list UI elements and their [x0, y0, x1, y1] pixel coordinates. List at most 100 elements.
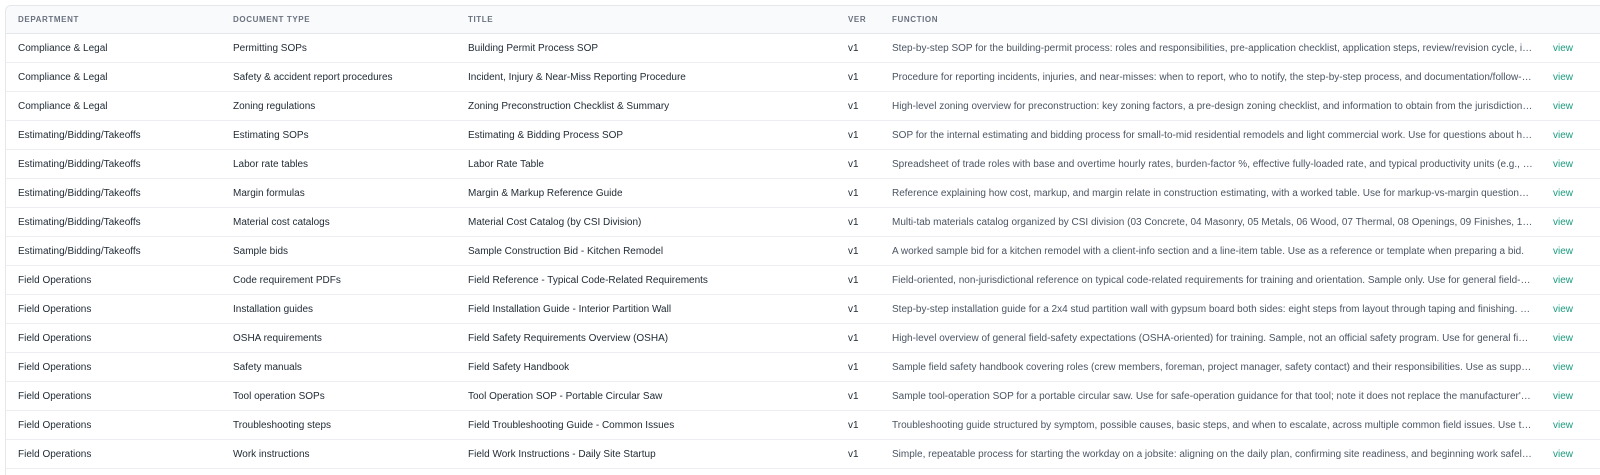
view-link[interactable]: view — [1553, 275, 1573, 286]
cell-function: Field-oriented, non-jurisdictional refer… — [880, 265, 1541, 295]
view-link[interactable]: view — [1553, 72, 1573, 83]
cell-document-type: Safety manuals — [221, 352, 456, 382]
cell-action: view — [1541, 91, 1600, 121]
cell-title: Zoning Preconstruction Checklist & Summa… — [456, 91, 836, 121]
documents-table-container: DEPARTMENT DOCUMENT TYPE TITLE VER FUNCT… — [5, 5, 1600, 475]
table-row: Field Operations Tool operation SOPs Too… — [6, 381, 1600, 411]
cell-department: Field Operations — [6, 381, 221, 411]
cell-document-type: Code requirement PDFs — [221, 265, 456, 295]
cell-document-type: Troubleshooting steps — [221, 410, 456, 440]
view-link[interactable]: view — [1553, 159, 1573, 170]
cell-department: Estimating/Bidding/Takeoffs — [6, 120, 221, 150]
view-link[interactable]: view — [1553, 362, 1573, 373]
cell-ver: v1 — [836, 265, 880, 295]
cell-function: Spreadsheet of trade roles with base and… — [880, 149, 1541, 179]
cell-action: view — [1541, 120, 1600, 150]
cell-department: Field Operations — [6, 323, 221, 353]
view-link[interactable]: view — [1553, 130, 1573, 141]
cell-title: Field Safety Requirements Overview (OSHA… — [456, 323, 836, 353]
cell-department: Field Operations — [6, 410, 221, 440]
cell-department: Field Operations — [6, 439, 221, 469]
table-row: Compliance & Legal Permitting SOPs Build… — [6, 33, 1600, 63]
documents-table: DEPARTMENT DOCUMENT TYPE TITLE VER FUNCT… — [6, 6, 1600, 469]
view-link[interactable]: view — [1553, 391, 1573, 402]
table-row: Estimating/Bidding/Takeoffs Labor rate t… — [6, 149, 1600, 179]
cell-department: Estimating/Bidding/Takeoffs — [6, 236, 221, 266]
table-row: Estimating/Bidding/Takeoffs Margin formu… — [6, 178, 1600, 208]
table-row: Estimating/Bidding/Takeoffs Material cos… — [6, 207, 1600, 237]
cell-document-type: OSHA requirements — [221, 323, 456, 353]
cell-ver: v1 — [836, 294, 880, 324]
cell-function: Troubleshooting guide structured by symp… — [880, 410, 1541, 440]
cell-title: Margin & Markup Reference Guide — [456, 178, 836, 208]
table-body: Compliance & Legal Permitting SOPs Build… — [6, 33, 1600, 469]
view-link[interactable]: view — [1553, 101, 1573, 112]
cell-function: Sample tool-operation SOP for a portable… — [880, 381, 1541, 411]
cell-department: Estimating/Bidding/Takeoffs — [6, 207, 221, 237]
cell-action: view — [1541, 352, 1600, 382]
cell-title: Field Work Instructions - Daily Site Sta… — [456, 439, 836, 469]
cell-function: Sample field safety handbook covering ro… — [880, 352, 1541, 382]
cell-title: Building Permit Process SOP — [456, 33, 836, 63]
cell-title: Tool Operation SOP - Portable Circular S… — [456, 381, 836, 411]
cell-function: Simple, repeatable process for starting … — [880, 439, 1541, 469]
view-link[interactable]: view — [1553, 43, 1573, 54]
cell-ver: v1 — [836, 439, 880, 469]
table-row: Compliance & Legal Zoning regulations Zo… — [6, 91, 1600, 121]
cell-title: Field Installation Guide - Interior Part… — [456, 294, 836, 324]
header-document-type: DOCUMENT TYPE — [221, 6, 456, 34]
header-row: DEPARTMENT DOCUMENT TYPE TITLE VER FUNCT… — [6, 6, 1600, 34]
cell-action: view — [1541, 236, 1600, 266]
cell-ver: v1 — [836, 207, 880, 237]
cell-action: view — [1541, 381, 1600, 411]
view-link[interactable]: view — [1553, 304, 1573, 315]
cell-title: Labor Rate Table — [456, 149, 836, 179]
cell-ver: v1 — [836, 381, 880, 411]
cell-ver: v1 — [836, 91, 880, 121]
cell-action: view — [1541, 149, 1600, 179]
header-function: FUNCTION — [880, 6, 1541, 34]
header-department: DEPARTMENT — [6, 6, 221, 34]
view-link[interactable]: view — [1553, 246, 1573, 257]
cell-document-type: Zoning regulations — [221, 91, 456, 121]
cell-ver: v1 — [836, 149, 880, 179]
table-row: Field Operations Safety manuals Field Sa… — [6, 352, 1600, 382]
cell-document-type: Tool operation SOPs — [221, 381, 456, 411]
table-row: Field Operations Installation guides Fie… — [6, 294, 1600, 324]
header-ver: VER — [836, 6, 880, 34]
cell-action: view — [1541, 439, 1600, 469]
cell-ver: v1 — [836, 120, 880, 150]
cell-function: Procedure for reporting incidents, injur… — [880, 62, 1541, 92]
cell-title: Field Safety Handbook — [456, 352, 836, 382]
cell-document-type: Estimating SOPs — [221, 120, 456, 150]
cell-title: Field Reference - Typical Code-Related R… — [456, 265, 836, 295]
table-row: Field Operations Troubleshooting steps F… — [6, 410, 1600, 440]
view-link[interactable]: view — [1553, 449, 1573, 460]
view-link[interactable]: view — [1553, 188, 1573, 199]
cell-department: Field Operations — [6, 294, 221, 324]
cell-function: High-level overview of general field-saf… — [880, 323, 1541, 353]
cell-ver: v1 — [836, 33, 880, 63]
cell-ver: v1 — [836, 352, 880, 382]
cell-action: view — [1541, 33, 1600, 63]
cell-department: Field Operations — [6, 352, 221, 382]
cell-title: Material Cost Catalog (by CSI Division) — [456, 207, 836, 237]
cell-action: view — [1541, 265, 1600, 295]
cell-function: A worked sample bid for a kitchen remode… — [880, 236, 1541, 266]
cell-function: Step-by-step SOP for the building-permit… — [880, 33, 1541, 63]
cell-action: view — [1541, 410, 1600, 440]
view-link[interactable]: view — [1553, 420, 1573, 431]
cell-function: Multi-tab materials catalog organized by… — [880, 207, 1541, 237]
cell-action: view — [1541, 207, 1600, 237]
view-link[interactable]: view — [1553, 333, 1573, 344]
view-link[interactable]: view — [1553, 217, 1573, 228]
table-row: Compliance & Legal Safety & accident rep… — [6, 62, 1600, 92]
cell-ver: v1 — [836, 410, 880, 440]
cell-document-type: Installation guides — [221, 294, 456, 324]
cell-document-type: Work instructions — [221, 439, 456, 469]
table-row: Estimating/Bidding/Takeoffs Estimating S… — [6, 120, 1600, 150]
cell-action: view — [1541, 62, 1600, 92]
cell-department: Estimating/Bidding/Takeoffs — [6, 178, 221, 208]
cell-ver: v1 — [836, 323, 880, 353]
cell-title: Incident, Injury & Near-Miss Reporting P… — [456, 62, 836, 92]
